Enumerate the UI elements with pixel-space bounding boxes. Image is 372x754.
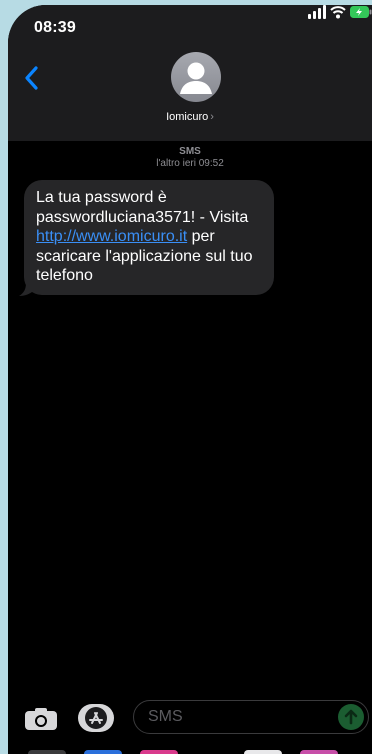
message-input-placeholder: SMS xyxy=(148,708,183,725)
send-button[interactable] xyxy=(338,704,364,730)
app-store-icon xyxy=(85,707,107,729)
contact-avatar[interactable] xyxy=(171,52,221,102)
person-icon xyxy=(180,62,212,94)
camera-icon xyxy=(25,708,57,730)
bubble-tail xyxy=(19,283,35,296)
app-store-button[interactable] xyxy=(78,704,114,732)
service-label: SMS xyxy=(179,146,201,157)
camera-button[interactable] xyxy=(24,707,58,731)
phone-screen: 08:39 Iomicuro › SMS l'altro ieri 09:52 … xyxy=(8,5,372,754)
battery-charging-icon xyxy=(350,6,372,18)
message-link[interactable]: http://www.iomicuro.it xyxy=(36,228,187,245)
conversation-header: 08:39 Iomicuro › xyxy=(8,5,372,141)
dock-peek xyxy=(8,748,372,754)
wifi-icon xyxy=(330,6,346,19)
status-time: 08:39 xyxy=(34,19,76,36)
chevron-right-icon: › xyxy=(210,111,214,123)
composer-bar: SMS xyxy=(8,698,372,754)
message-input[interactable]: SMS xyxy=(133,700,369,734)
message-text: La tua password è passwordluciana3571! -… xyxy=(36,189,249,226)
contact-name: Iomicuro xyxy=(166,111,209,123)
back-chevron-icon xyxy=(25,66,38,90)
contact-name-button[interactable]: Iomicuro › xyxy=(8,111,372,123)
signal-icon xyxy=(308,5,326,19)
send-arrow-icon xyxy=(344,709,358,725)
back-button[interactable] xyxy=(24,65,40,91)
message-timestamp: l'altro ieri 09:52 xyxy=(156,158,224,169)
message-bubble: La tua password è passwordluciana3571! -… xyxy=(24,180,274,295)
